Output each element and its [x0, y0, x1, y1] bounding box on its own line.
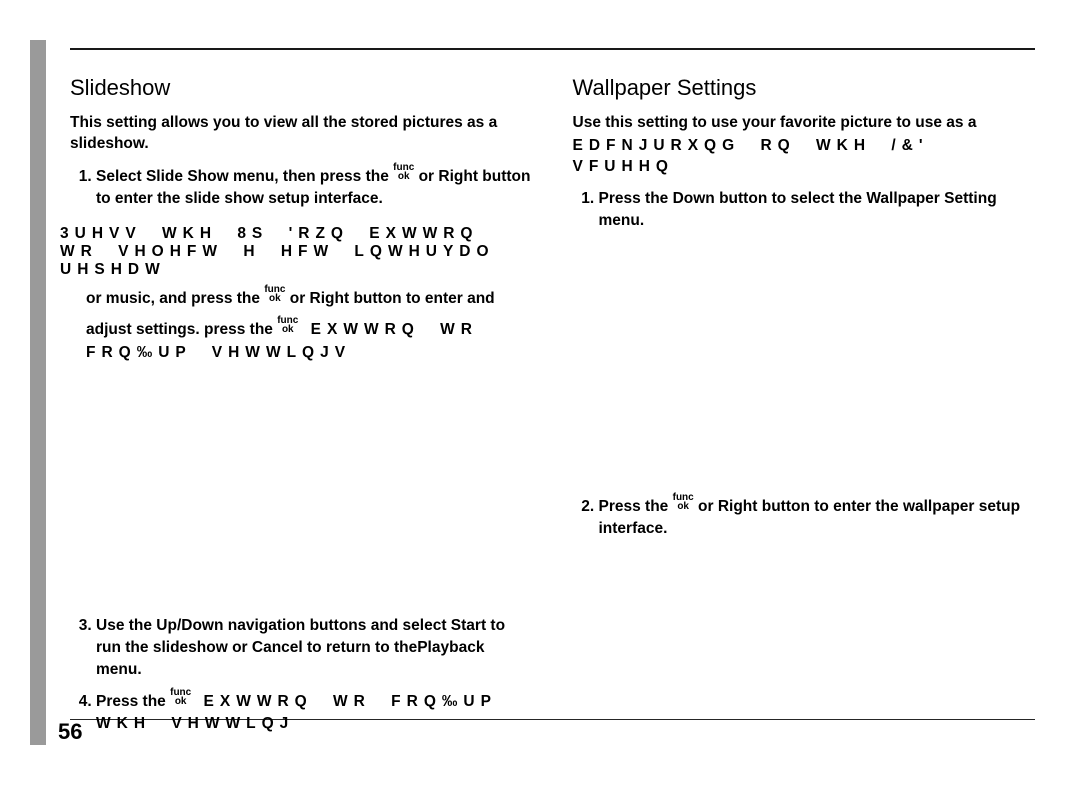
func-ok-icon: funcok: [264, 285, 285, 303]
slideshow-step2-garbled: 3UHVV WKH 8S 'RZQ EXWWRQ WR VHOHFW H HFW…: [60, 225, 533, 279]
wallpaper-column: Wallpaper Settings Use this setting to u…: [573, 75, 1036, 710]
wall-step2-a: Press the: [599, 498, 673, 515]
wallpaper-intro-garbled: EDFNJURXQG RQ WKH /&' VFUHHQ: [573, 136, 1036, 178]
func-ok-icon: funcok: [393, 163, 414, 181]
slideshow-heading: Slideshow: [70, 75, 533, 101]
step2-cont-b: or Right button to enter and: [285, 290, 494, 307]
step4-a: Press the: [96, 693, 170, 710]
slideshow-step2-line2: adjust settings. press the funcok EXWWRQ…: [86, 316, 533, 365]
slideshow-step2-continuation: or music, and press the funcok or Right …: [86, 285, 533, 310]
slideshow-step-4: Press the funcok EXWWRQ WR FRQ‰UP WKH VH…: [96, 688, 533, 736]
wallpaper-steps: Press the Down button to select the Wall…: [573, 188, 1036, 233]
slideshow-step-3: Use the Up/Down navigation buttons and s…: [96, 615, 533, 682]
wallpaper-step-2-list: Press the funcok or Right button to ente…: [573, 493, 1036, 541]
wallpaper-step-2-block: Press the funcok or Right button to ente…: [573, 493, 1036, 541]
page-content: Slideshow This setting allows you to vie…: [70, 75, 1035, 710]
bottom-rule: [70, 719, 1035, 721]
step2-cont-c: adjust settings. press the: [86, 321, 277, 338]
step2-cont-a: or music, and press the: [86, 290, 264, 307]
wallpaper-intro: Use this setting to use your favorite pi…: [573, 113, 1036, 134]
side-margin-bar: [30, 40, 46, 745]
slideshow-intro: This setting allows you to view all the …: [70, 113, 533, 155]
wallpaper-step-2: Press the funcok or Right button to ente…: [599, 493, 1036, 541]
wallpaper-step-1: Press the Down button to select the Wall…: [599, 188, 1036, 233]
page-number: 56: [58, 719, 82, 745]
func-ok-icon: funcok: [673, 493, 694, 511]
slideshow-column: Slideshow This setting allows you to vie…: [70, 75, 533, 710]
step1-text-a: Select Slide Show menu, then press the: [96, 168, 393, 185]
func-ok-icon: funcok: [277, 316, 298, 334]
func-ok-icon: funcok: [170, 688, 191, 706]
top-rule: [70, 48, 1035, 50]
wallpaper-heading: Wallpaper Settings: [573, 75, 1036, 101]
slideshow-step-1: Select Slide Show menu, then press the f…: [96, 163, 533, 211]
slideshow-steps: Select Slide Show menu, then press the f…: [70, 163, 533, 211]
